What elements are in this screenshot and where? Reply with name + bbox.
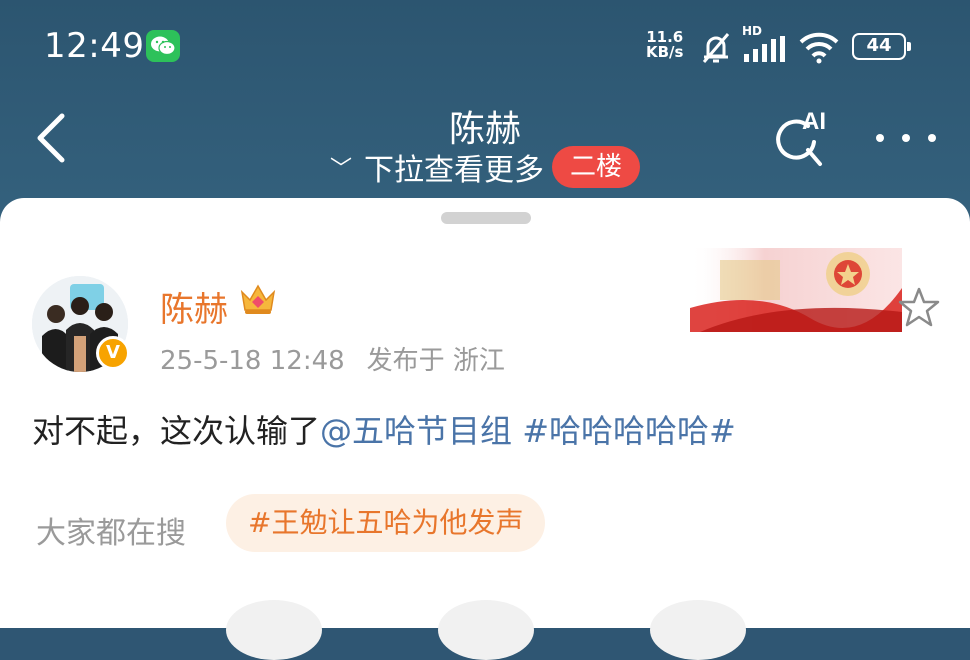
- trending-topic-chip[interactable]: #王勉让五哈为他发声: [226, 494, 546, 552]
- more-dot: [928, 134, 936, 142]
- post-meta: 25-5-18 12:48 发布于 浙江: [160, 340, 505, 377]
- trending-label: 大家都在搜: [36, 516, 186, 551]
- wechat-icon: [146, 30, 180, 62]
- battery-icon: 44: [852, 33, 911, 60]
- decorative-card-background: [690, 248, 902, 332]
- drag-handle[interactable]: [441, 212, 531, 224]
- more-dot: [902, 134, 910, 142]
- post-sheet: V 陈赫 25-5-18 12:48 发布于 浙江 对不起，这次认输了@五哈节目组…: [0, 198, 970, 660]
- post-timestamp: 25-5-18 12:48: [160, 346, 345, 376]
- second-floor-badge[interactable]: 二楼: [552, 146, 641, 188]
- chevron-down-icon: ﹀: [330, 157, 353, 182]
- username[interactable]: 陈赫: [160, 282, 228, 331]
- mention-link[interactable]: @五哈节目组: [320, 412, 512, 450]
- status-time: 12:49: [44, 26, 145, 66]
- wifi-icon: [799, 32, 839, 64]
- action-bubble[interactable]: [226, 600, 322, 660]
- action-bubble[interactable]: [438, 600, 534, 660]
- hashtag-link[interactable]: #哈哈哈哈哈#: [512, 412, 736, 450]
- favorite-star-icon[interactable]: [898, 286, 940, 328]
- signal-icon: [744, 36, 785, 62]
- top-bar: 12:49 11.6 KB/s HD 44 陈赫 ﹀ 下拉查看更多 二楼 AI: [0, 0, 970, 220]
- pull-down-hint[interactable]: ﹀ 下拉查看更多 二楼: [330, 142, 641, 192]
- post-body-text: 对不起，这次认输了: [32, 412, 321, 450]
- net-speed: 11.6 KB/s: [646, 30, 683, 60]
- crown-icon: [240, 284, 276, 314]
- verified-badge-icon: V: [96, 336, 130, 370]
- action-bubble[interactable]: [650, 600, 746, 660]
- mute-bell-icon: [702, 33, 730, 63]
- more-dot: [876, 134, 884, 142]
- net-speed-unit: KB/s: [646, 43, 684, 61]
- post-text: 对不起，这次认输了@五哈节目组 #哈哈哈哈哈#: [32, 406, 736, 452]
- ai-label: AI: [802, 108, 826, 135]
- ai-search-button[interactable]: AI: [770, 108, 832, 170]
- pull-hint-text: 下拉查看更多: [364, 153, 545, 188]
- more-button[interactable]: [876, 120, 936, 156]
- post-location: 发布于 浙江: [366, 346, 505, 376]
